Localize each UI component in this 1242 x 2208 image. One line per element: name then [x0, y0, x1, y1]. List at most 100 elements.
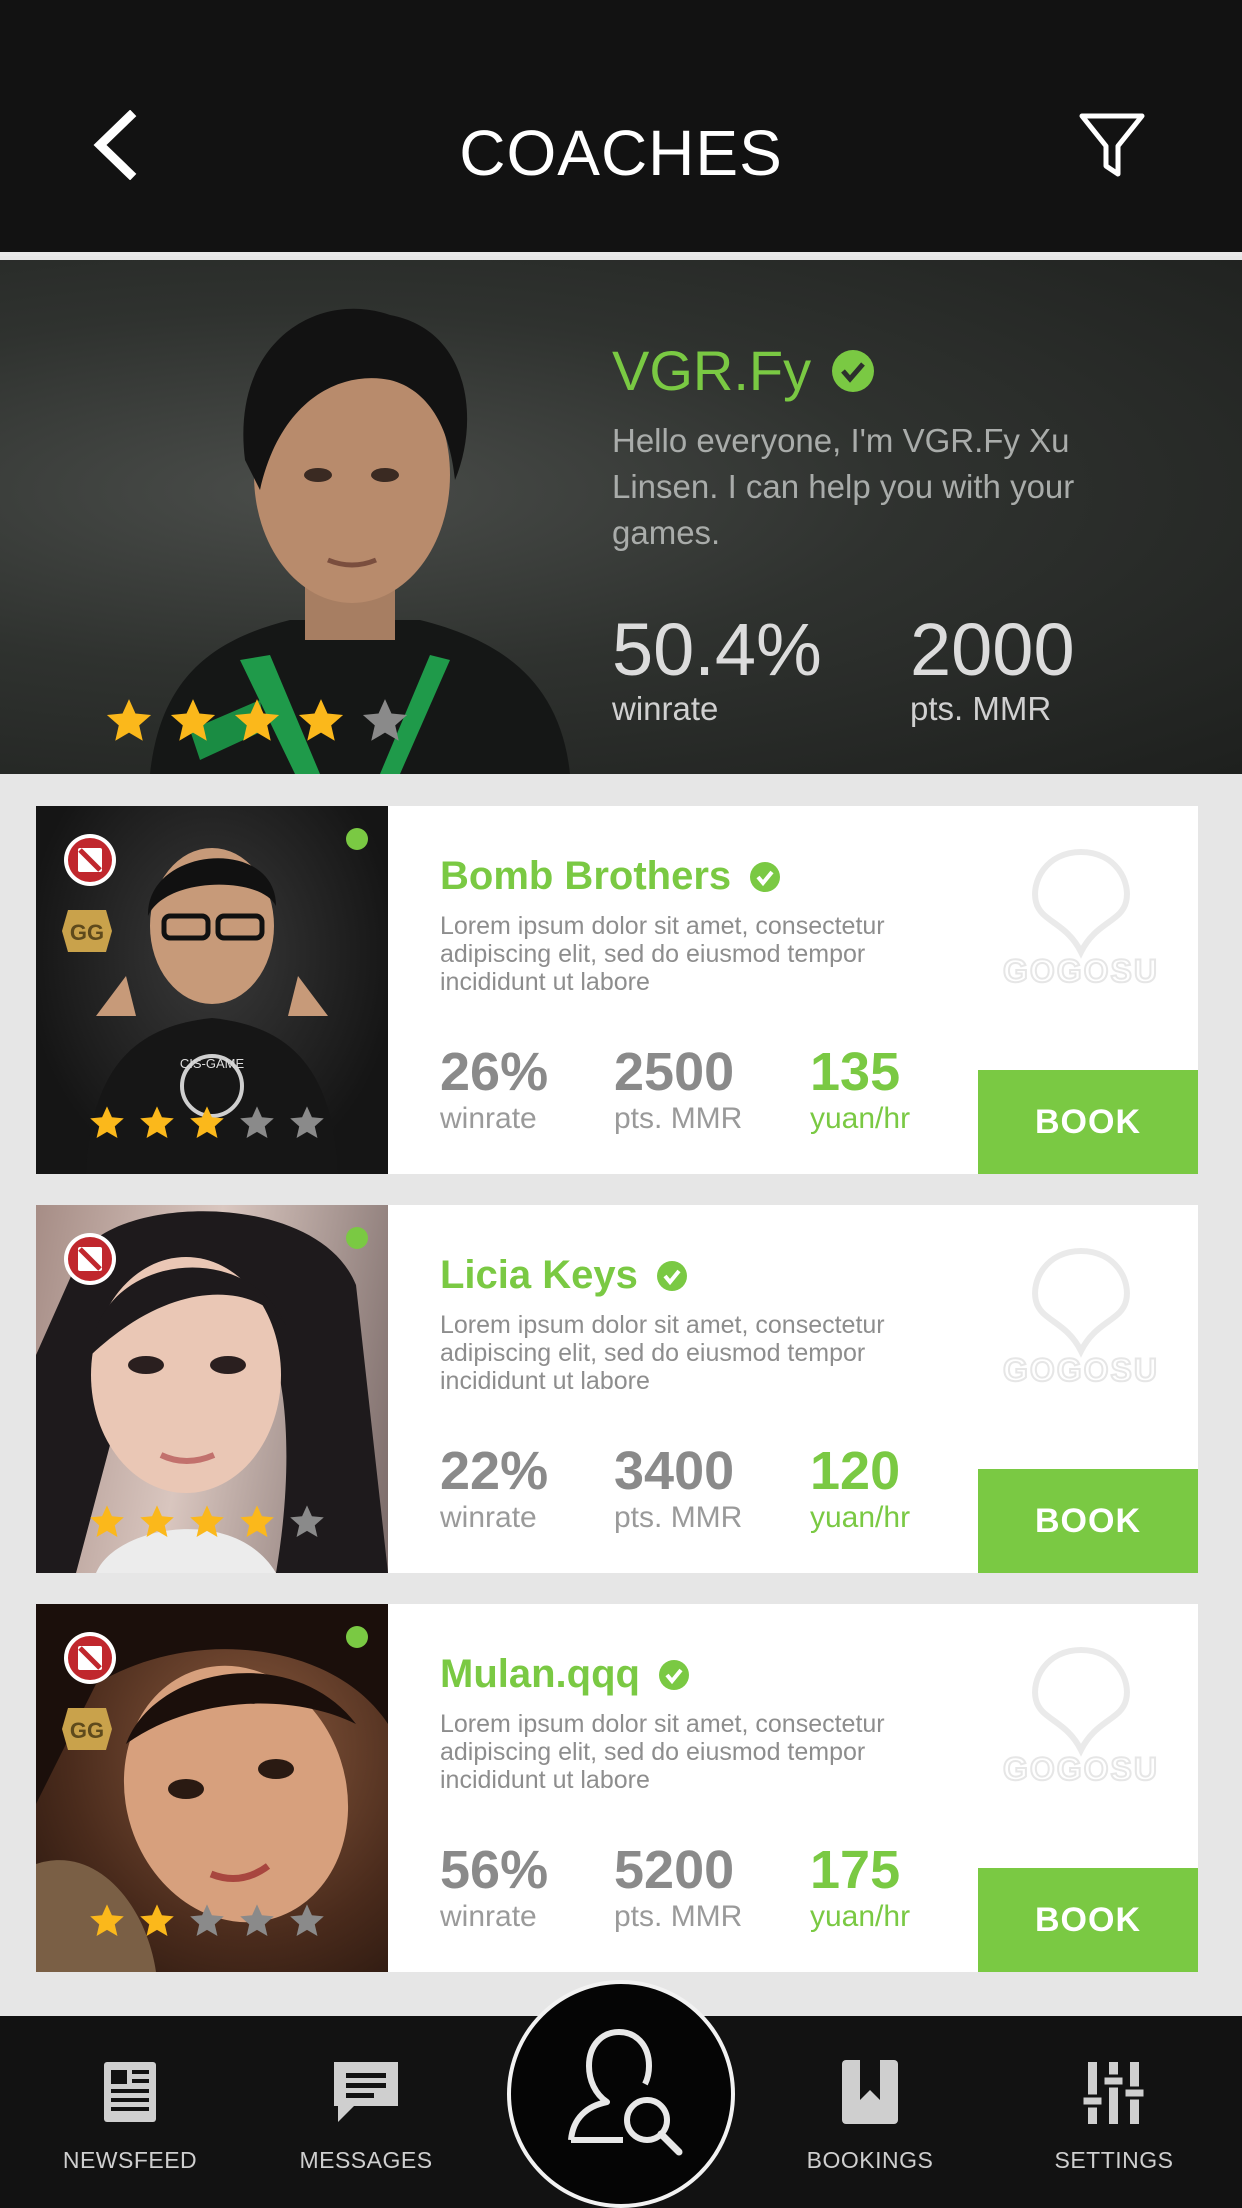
- chat-bubble-icon: [334, 2062, 398, 2122]
- coach-mmr-value: 2500: [614, 1042, 735, 1102]
- star-filled-icon: [140, 1904, 174, 1937]
- coach-name[interactable]: Bomb Brothers: [440, 854, 731, 899]
- online-status-dot: [346, 1227, 368, 1249]
- featured-coach-name: VGR.Fy: [612, 339, 812, 402]
- star-filled-icon: [170, 699, 216, 741]
- coach-winrate-label: winrate: [440, 1501, 537, 1534]
- coach-shirt-text: CIS-GAME: [180, 1056, 245, 1071]
- coach-winrate: 26% winrate: [440, 1044, 548, 1136]
- coach-price-value: 135: [810, 1042, 901, 1102]
- app-header: COACHES: [0, 0, 1242, 256]
- featured-mmr: 2000 pts. MMR: [910, 612, 1075, 728]
- coach-description: Lorem ipsum dolor sit amet, consectetur …: [440, 1710, 885, 1794]
- gogosu-logo-text: GOGOSU: [1003, 1751, 1159, 1787]
- nav-item-bookings[interactable]: BOOKINGS: [770, 2056, 970, 2174]
- star-filled-icon: [140, 1106, 174, 1139]
- coach-rating-stars: [88, 1503, 326, 1541]
- coach-price-label: yuan/hr: [810, 1501, 911, 1534]
- coach-mmr: 2500 pts. MMR: [614, 1044, 742, 1136]
- nav-item-settings[interactable]: SETTINGS: [1014, 2056, 1214, 2174]
- star-empty-icon: [190, 1904, 224, 1937]
- coach-mmr: 3400 pts. MMR: [614, 1443, 742, 1535]
- dota-badge-icon: [64, 1233, 116, 1285]
- coach-rating-stars: [88, 1902, 326, 1940]
- coach-card[interactable]: Licia Keys Lorem ipsum dolor sit amet, c…: [36, 1205, 1198, 1573]
- coach-mmr-value: 3400: [614, 1441, 735, 1501]
- nav-item-messages[interactable]: MESSAGES: [266, 2056, 466, 2174]
- gogosu-logo: GOGOSU: [1002, 1247, 1159, 1389]
- coach-winrate: 56% winrate: [440, 1842, 548, 1934]
- coach-price-value: 175: [810, 1840, 901, 1900]
- bookmark-icon: [842, 2060, 898, 2124]
- filter-icon[interactable]: [1078, 112, 1146, 180]
- star-empty-icon: [240, 1106, 274, 1139]
- featured-coach-bio: Hello everyone, I'm VGR.Fy Xu Linsen. I …: [612, 422, 1075, 551]
- verified-check-icon: [750, 861, 781, 892]
- star-filled-icon: [298, 699, 344, 741]
- coach-price: 175 yuan/hr: [810, 1842, 910, 1934]
- coach-mmr: 5200 pts. MMR: [614, 1842, 742, 1934]
- coach-card[interactable]: CIS-GAME GG Bomb Brothers Lorem ipsum do…: [36, 806, 1198, 1174]
- coach-name[interactable]: Licia Keys: [440, 1253, 638, 1298]
- coach-price-label: yuan/hr: [810, 1102, 911, 1135]
- featured-winrate-value: 50.4%: [612, 608, 822, 691]
- gold-rank-badge-icon: GG: [62, 1708, 112, 1750]
- coach-price-value: 120: [810, 1441, 901, 1501]
- gogosu-logo-text: GOGOSU: [1003, 953, 1159, 989]
- sliders-icon: [1080, 2062, 1147, 2124]
- coach-name[interactable]: Mulan.qqq: [440, 1652, 640, 1697]
- star-filled-icon: [90, 1106, 124, 1139]
- coach-price-label: yuan/hr: [810, 1900, 911, 1933]
- star-filled-icon: [234, 699, 280, 741]
- verified-check-icon: [656, 1260, 687, 1291]
- nav-label-messages: MESSAGES: [299, 2147, 433, 2173]
- nav-label-bookings: BOOKINGS: [806, 2147, 934, 2173]
- nav-label-newsfeed: NEWSFEED: [62, 2147, 198, 2173]
- coach-price: 120 yuan/hr: [810, 1443, 910, 1535]
- book-button[interactable]: BOOK: [978, 1469, 1198, 1573]
- find-coach-button[interactable]: [507, 1980, 735, 2208]
- coach-winrate-value: 56%: [440, 1840, 549, 1900]
- star-filled-icon: [190, 1106, 224, 1139]
- coach-winrate-value: 26%: [440, 1042, 549, 1102]
- verified-check-icon: [658, 1659, 689, 1690]
- svg-text:GG: GG: [70, 1718, 104, 1743]
- dota-badge-icon: [64, 834, 116, 886]
- coach-mmr-value: 5200: [614, 1840, 735, 1900]
- coach-description: Lorem ipsum dolor sit amet, consectetur …: [440, 912, 885, 996]
- coach-winrate-label: winrate: [440, 1102, 537, 1135]
- nav-item-newsfeed[interactable]: NEWSFEED: [30, 2056, 230, 2174]
- book-button[interactable]: BOOK: [978, 1070, 1198, 1174]
- coach-mmr-label: pts. MMR: [614, 1501, 743, 1534]
- coach-winrate-value: 22%: [440, 1441, 549, 1501]
- star-empty-icon: [290, 1505, 324, 1538]
- star-empty-icon: [290, 1106, 324, 1139]
- online-status-dot: [346, 828, 368, 850]
- featured-mmr-value: 2000: [910, 608, 1075, 691]
- gogosu-logo: GOGOSU: [1002, 848, 1159, 990]
- gold-rank-badge-icon: GG: [62, 910, 112, 952]
- featured-winrate: 50.4% winrate: [612, 612, 822, 728]
- featured-coach[interactable]: VGR.Fy Hello everyone, I'm VGR.Fy Xu Lin…: [0, 260, 1242, 774]
- featured-coach-name-row: VGR.Fy: [612, 338, 875, 403]
- star-filled-icon: [90, 1904, 124, 1937]
- featured-rating-stars: [104, 696, 410, 746]
- book-button[interactable]: BOOK: [978, 1868, 1198, 1972]
- star-filled-icon: [106, 699, 152, 741]
- star-empty-icon: [362, 699, 408, 741]
- gogosu-logo-text: GOGOSU: [1003, 1352, 1159, 1388]
- coach-rating-stars: [88, 1104, 326, 1142]
- coach-price: 135 yuan/hr: [810, 1044, 910, 1136]
- nav-label-settings: SETTINGS: [1054, 2147, 1174, 2173]
- coach-card[interactable]: GG Mulan.qqq Lorem ipsum dolor sit amet,…: [36, 1604, 1198, 1972]
- coach-winrate: 22% winrate: [440, 1443, 548, 1535]
- coach-name-row: Bomb Brothers: [440, 854, 781, 899]
- online-status-dot: [346, 1626, 368, 1648]
- star-filled-icon: [240, 1505, 274, 1538]
- find-coach-icon: [568, 2029, 683, 2156]
- star-filled-icon: [140, 1505, 174, 1538]
- gogosu-logo: GOGOSU: [1002, 1646, 1159, 1788]
- svg-text:GG: GG: [70, 920, 104, 945]
- coach-name-row: Licia Keys: [440, 1253, 688, 1298]
- featured-winrate-label: winrate: [612, 690, 719, 727]
